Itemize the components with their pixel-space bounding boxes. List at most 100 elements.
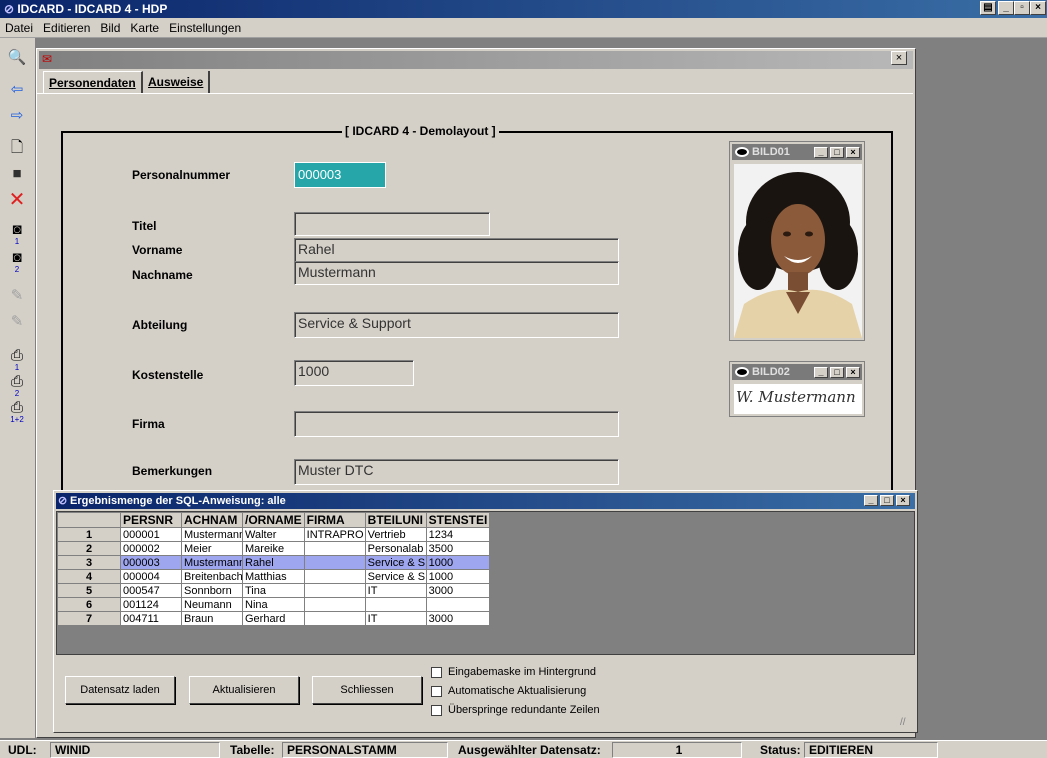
table-cell[interactable]: Tina — [242, 583, 305, 598]
arrow-left-icon[interactable]: ⇦ — [6, 80, 28, 100]
table-cell[interactable]: 3500 — [425, 541, 491, 556]
table-row[interactable]: 1 000001 Mustermann Walter INTRAPRO Vertrieb 1… — [57, 527, 491, 542]
table-cell[interactable]: 004711 — [120, 611, 182, 626]
app-extra-icon[interactable]: ▤ — [980, 1, 996, 15]
table-cell[interactable] — [303, 569, 366, 584]
dialog-close-button[interactable]: × — [896, 495, 910, 506]
column-header[interactable]: PERSNR — [120, 512, 182, 528]
row-header[interactable]: 1 — [57, 527, 121, 542]
signature-maximize-button[interactable]: □ — [830, 367, 844, 378]
row-header[interactable]: 7 — [57, 611, 121, 626]
menu-editieren[interactable]: Editieren — [38, 18, 95, 35]
table-cell[interactable]: Walter — [242, 527, 305, 542]
dialog-maximize-button[interactable]: □ — [880, 495, 894, 506]
checkbox-box[interactable] — [431, 666, 442, 678]
checkbox-box[interactable] — [431, 685, 442, 697]
datensatz-laden-button[interactable]: Datensatz laden — [65, 676, 175, 704]
menu-datei[interactable]: Datei — [0, 18, 38, 35]
table-cell[interactable]: 000001 — [120, 527, 182, 542]
table-cell[interactable]: Mustermann — [181, 527, 243, 542]
table-cell[interactable]: Nina — [242, 597, 305, 612]
firma-field[interactable] — [294, 411, 619, 437]
checkbox-box[interactable] — [431, 704, 442, 716]
dialog-minimize-button[interactable]: _ — [864, 495, 878, 506]
aktualisieren-button[interactable]: Aktualisieren — [189, 676, 299, 704]
abteilung-field[interactable]: Service & Support — [294, 312, 619, 338]
photo-close-button[interactable]: × — [846, 147, 860, 158]
table-row[interactable]: 2 000002 Meier Mareike Personalab 3500 — [57, 541, 491, 556]
table-cell[interactable]: Matthias — [242, 569, 305, 584]
table-cell[interactable]: Vertrieb — [364, 527, 427, 542]
table-cell[interactable] — [303, 541, 366, 556]
table-row[interactable]: 4 000004 Breitenbach Matthias Service & S 100… — [57, 569, 491, 584]
print-1-icon[interactable]: ⎙ 1 — [6, 346, 28, 372]
delete-icon[interactable]: ✕ — [6, 190, 28, 210]
print-2-icon[interactable]: ⎙ 2 — [6, 372, 28, 398]
table-cell[interactable]: 000547 — [120, 583, 182, 598]
column-header[interactable]: /ORNAME — [242, 512, 305, 528]
menu-einstellungen[interactable]: Einstellungen — [164, 18, 246, 35]
bemerkungen-field[interactable]: Muster DTC — [294, 459, 619, 485]
personalnummer-field[interactable]: 000003 — [294, 162, 386, 188]
table-cell[interactable] — [364, 597, 427, 612]
photo-window[interactable]: BILD01 _ □ × — [729, 141, 865, 341]
table-row[interactable]: 6 001124 Neumann Nina — [57, 597, 491, 612]
table-cell[interactable]: IT — [364, 583, 427, 598]
sign-2-icon[interactable]: ✎ — [6, 312, 28, 332]
table-cell[interactable] — [303, 583, 366, 598]
photo-maximize-button[interactable]: □ — [830, 147, 844, 158]
print-1-2-icon[interactable]: ⎙ 1+2 — [6, 398, 28, 424]
arrow-right-icon[interactable]: ⇨ — [6, 106, 28, 126]
titel-field[interactable] — [294, 212, 490, 236]
table-cell[interactable]: Meier — [181, 541, 243, 556]
binoculars-icon[interactable]: 🔍 — [6, 48, 28, 68]
table-cell[interactable]: 000004 — [120, 569, 182, 584]
row-header[interactable]: 2 — [57, 541, 121, 556]
nachname-field[interactable]: Mustermann — [294, 261, 619, 285]
column-header[interactable]: BTEILUNI — [364, 512, 427, 528]
table-cell[interactable]: Service & S — [364, 569, 427, 584]
schliessen-button[interactable]: Schliessen — [312, 676, 422, 704]
row-header[interactable]: 4 — [57, 569, 121, 584]
row-header[interactable]: 6 — [57, 597, 121, 612]
column-header[interactable]: ACHNAM — [181, 512, 243, 528]
camera-1-icon[interactable]: ◙ 1 — [6, 220, 28, 246]
new-document-icon[interactable]: 🗋 — [6, 138, 28, 158]
resize-grip[interactable]: // — [900, 717, 906, 728]
table-cell[interactable]: Service & S — [364, 555, 427, 570]
table-cell[interactable]: 3000 — [425, 583, 491, 598]
menu-bild[interactable]: Bild — [95, 18, 125, 35]
photo-minimize-button[interactable]: _ — [814, 147, 828, 158]
row-header[interactable]: 5 — [57, 583, 121, 598]
table-cell[interactable] — [303, 611, 366, 626]
menu-karte[interactable]: Karte — [125, 18, 164, 35]
table-row[interactable]: 7 004711 Braun Gerhard IT 3000 — [57, 611, 491, 626]
table-cell[interactable]: Personalab — [364, 541, 427, 556]
table-cell[interactable]: Mustermann — [181, 555, 243, 570]
signature-minimize-button[interactable]: _ — [814, 367, 828, 378]
row-header[interactable]: 3 — [57, 555, 121, 570]
checkbox-ueberspringe[interactable]: Überspringe redundante Zeilen — [431, 704, 600, 716]
minimize-button[interactable]: _ — [998, 1, 1014, 15]
maximize-button[interactable]: ▫ — [1014, 1, 1030, 15]
table-cell[interactable]: Rahel — [242, 555, 305, 570]
checkbox-aktualisierung[interactable]: Automatische Aktualisierung — [431, 685, 586, 697]
table-cell[interactable]: 000002 — [120, 541, 182, 556]
table-cell[interactable]: Neumann — [181, 597, 243, 612]
table-cell[interactable]: 001124 — [120, 597, 182, 612]
table-cell[interactable]: IT — [364, 611, 427, 626]
checkbox-hintergrund[interactable]: Eingabemaske im Hintergrund — [431, 666, 596, 678]
child-close-button[interactable]: × — [891, 51, 907, 65]
tab-ausweise[interactable]: Ausweise — [143, 71, 211, 93]
save-icon[interactable]: ■ — [6, 164, 28, 184]
table-cell[interactable] — [303, 597, 366, 612]
close-button[interactable]: × — [1030, 1, 1046, 15]
table-cell[interactable]: 000003 — [120, 555, 182, 570]
table-row[interactable]: 3 000003 Mustermann Rahel Service & S 1000 — [57, 555, 491, 570]
table-cell[interactable]: 1000 — [425, 555, 491, 570]
table-cell[interactable]: Sonnborn — [181, 583, 243, 598]
kostenstelle-field[interactable]: 1000 — [294, 360, 414, 386]
table-cell[interactable]: Mareike — [242, 541, 305, 556]
table-cell[interactable]: 1234 — [425, 527, 491, 542]
table-cell[interactable]: Breitenbach — [181, 569, 243, 584]
